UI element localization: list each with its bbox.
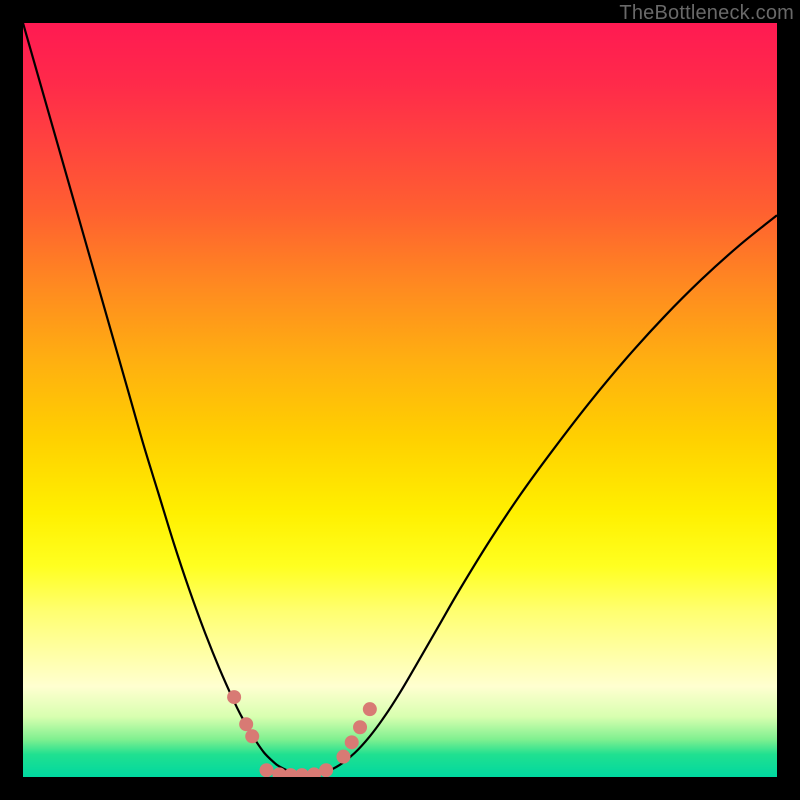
chart-marker: [307, 767, 321, 777]
chart-marker: [295, 768, 309, 777]
curve-right: [310, 215, 777, 776]
chart-marker: [260, 763, 274, 777]
chart-marker: [345, 735, 359, 749]
chart-marker: [227, 690, 241, 704]
chart-plot-area: [23, 23, 777, 777]
curve-group: [23, 23, 777, 776]
chart-marker: [336, 750, 350, 764]
chart-marker: [319, 763, 333, 777]
chart-marker: [353, 720, 367, 734]
chart-marker: [239, 717, 253, 731]
chart-marker: [272, 767, 286, 777]
chart-svg: [23, 23, 777, 777]
watermark-text: TheBottleneck.com: [619, 2, 794, 25]
chart-marker: [245, 729, 259, 743]
chart-marker: [363, 702, 377, 716]
curve-left: [23, 23, 310, 776]
chart-marker: [284, 768, 298, 777]
markers-group: [227, 690, 377, 777]
